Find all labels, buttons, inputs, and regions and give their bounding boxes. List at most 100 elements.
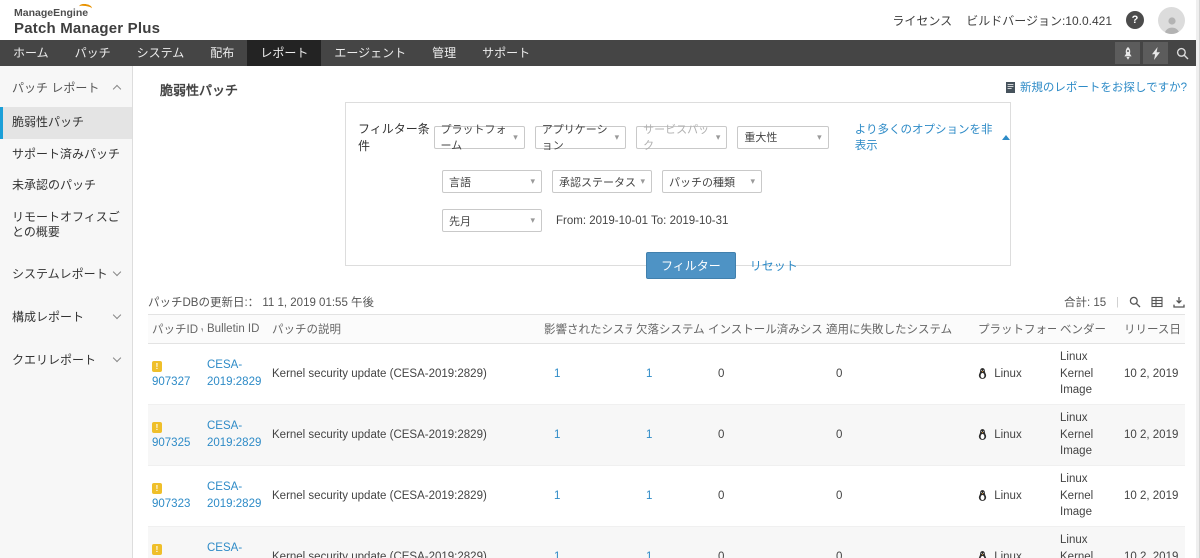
affected-count-link[interactable]: 1 xyxy=(554,490,560,502)
severity-dropdown[interactable]: 重大性 xyxy=(737,125,829,149)
more-options-link[interactable]: より多くのオプションを非表示 xyxy=(855,121,1010,153)
nav-deployment[interactable]: 配布 xyxy=(197,40,247,66)
patch-type-dropdown[interactable]: パッチの種類 xyxy=(662,170,762,193)
top-bar-right: ライセンス ビルドバージョン:10.0.421 ? xyxy=(892,6,1185,34)
manageengine-logo: ManageEngine Patch Manager Plus xyxy=(14,3,160,37)
bulletin-id-link[interactable]: CESA-2019:2829 xyxy=(207,481,261,510)
col-vendor[interactable]: ベンダー xyxy=(1056,314,1120,344)
service-pack-dropdown[interactable]: サービスパック xyxy=(636,124,728,152)
nav-agent[interactable]: エージェント xyxy=(321,40,419,66)
sidebar-item-supported-patches[interactable]: サポート済みパッチ xyxy=(0,139,132,171)
missing-count-link[interactable]: 1 xyxy=(646,368,652,380)
nav-systems[interactable]: システム xyxy=(124,40,198,66)
application-dropdown[interactable]: アプリケーション xyxy=(534,124,627,152)
nav-support[interactable]: サポート xyxy=(469,40,543,66)
severity-icon xyxy=(152,483,162,495)
missing-count-link[interactable]: 1 xyxy=(646,490,652,502)
affected-count-link[interactable]: 1 xyxy=(554,368,560,380)
affected-count-link[interactable]: 1 xyxy=(554,551,560,558)
table-header-row: パッチID Bulletin ID パッチの説明 影響されたシステム 欠落システ… xyxy=(148,314,1185,344)
installed-count: 0 xyxy=(718,367,725,380)
sidebar-item-vulnerability-patches[interactable]: 脆弱性パッチ xyxy=(0,107,132,139)
sidebar-item-unapproved-patches[interactable]: 未承認のパッチ xyxy=(0,170,132,202)
sidebar-group-config-reports[interactable]: 構成レポート xyxy=(0,298,132,335)
patch-table: パッチID Bulletin ID パッチの説明 影響されたシステム 欠落システ… xyxy=(148,314,1185,558)
platform-dropdown[interactable]: プラットフォーム xyxy=(433,124,525,152)
nav-admin[interactable]: 管理 xyxy=(419,40,469,66)
linux-penguin-icon xyxy=(978,428,987,440)
nav-home[interactable]: ホーム xyxy=(0,40,62,66)
filter-criteria-label: フィルター条件 xyxy=(358,122,430,153)
col-missing-systems[interactable]: 欠落システム xyxy=(632,314,704,344)
nav-reports[interactable]: レポート xyxy=(247,40,322,66)
col-description[interactable]: パッチの説明 xyxy=(268,314,540,344)
nav-icon-group xyxy=(1115,40,1199,66)
new-report-link[interactable]: 新規のレポートをお探しですか? xyxy=(1005,79,1187,95)
sidebar-group-label: クエリレポート xyxy=(12,352,97,367)
build-version-label: ビルドバージョン:10.0.421 xyxy=(966,13,1112,28)
missing-count-link[interactable]: 1 xyxy=(646,429,652,441)
col-release-date[interactable]: リリース日 xyxy=(1120,314,1185,344)
sidebar: パッチ レポート 脆弱性パッチ サポート済みパッチ 未承認のパッチ リモートオフ… xyxy=(0,66,133,558)
filter-row-2: 言語 承認ステータス パッチの種類 xyxy=(442,170,1010,193)
sidebar-item-remote-office-summary[interactable]: リモートオフィスごとの概要 xyxy=(0,202,132,249)
installed-count: 0 xyxy=(718,550,725,558)
scrollbar[interactable] xyxy=(1196,0,1199,558)
getting-started-rocket-icon[interactable] xyxy=(1115,42,1140,64)
release-date: 10 2, 2019 xyxy=(1124,489,1179,502)
bulletin-id-link[interactable]: CESA-2019:2829 xyxy=(207,420,261,449)
filter-button[interactable]: フィルター xyxy=(646,252,736,279)
patch-id-link[interactable]: 907323 xyxy=(152,498,190,510)
col-platform[interactable]: プラットフォーム xyxy=(974,314,1056,344)
bulletin-id-link[interactable]: CESA-2019:2829 xyxy=(207,542,261,558)
missing-count-link[interactable]: 1 xyxy=(646,551,652,558)
col-bulletin-id[interactable]: Bulletin ID xyxy=(203,314,268,344)
date-range-label: From: 2019-10-01 To: 2019-10-31 xyxy=(556,214,729,227)
column-chooser-icon[interactable] xyxy=(1151,296,1163,308)
sidebar-section-title: パッチ レポート xyxy=(12,81,100,95)
more-options-label: より多くのオプションを非表示 xyxy=(854,124,993,152)
global-search-icon[interactable] xyxy=(1171,42,1193,64)
nav-patch[interactable]: パッチ xyxy=(62,40,124,66)
sidebar-group-system-reports[interactable]: システムレポート xyxy=(0,255,132,292)
table-meta-row: パッチDBの更新日:： 11 1, 2019 01:55 午後 合計: 15 | xyxy=(148,294,1185,310)
failed-count: 0 xyxy=(836,489,843,502)
approval-status-dropdown[interactable]: 承認ステータス xyxy=(552,170,652,193)
user-avatar[interactable] xyxy=(1158,6,1185,34)
patch-id-link[interactable]: 907325 xyxy=(152,437,190,449)
filter-row-3: 先月 From: 2019-10-01 To: 2019-10-31 xyxy=(442,209,1010,232)
vendor-label: Linux Kernel Image xyxy=(1060,534,1094,558)
language-dropdown[interactable]: 言語 xyxy=(442,170,542,193)
new-report-label: 新規のレポートをお探しですか? xyxy=(1019,82,1187,94)
bulletin-id-link[interactable]: CESA-2019:2829 xyxy=(207,359,261,388)
quick-actions-flash-icon[interactable] xyxy=(1143,42,1168,64)
export-download-icon[interactable] xyxy=(1173,296,1185,308)
affected-count-link[interactable]: 1 xyxy=(554,429,560,441)
period-dropdown[interactable]: 先月 xyxy=(442,209,542,232)
help-icon[interactable]: ? xyxy=(1126,11,1144,29)
col-installed-systems[interactable]: インストール済みシステム xyxy=(704,314,822,344)
col-affected-systems[interactable]: 影響されたシステム xyxy=(540,314,632,344)
failed-count: 0 xyxy=(836,550,843,558)
sidebar-section-patch-reports[interactable]: パッチ レポート xyxy=(0,66,132,107)
col-patch-id[interactable]: パッチID xyxy=(148,314,203,344)
col-failed-systems[interactable]: 適用に失敗したシステム xyxy=(822,314,974,344)
table-search-icon[interactable] xyxy=(1129,296,1141,308)
sidebar-group-query-reports[interactable]: クエリレポート xyxy=(0,341,132,378)
release-date: 10 2, 2019 xyxy=(1124,550,1179,558)
platform-label: Linux xyxy=(994,489,1022,502)
license-link[interactable]: ライセンス xyxy=(892,12,952,29)
severity-icon xyxy=(152,361,162,373)
toolbar-divider: | xyxy=(1116,296,1119,308)
collapse-triangle-icon xyxy=(1001,134,1010,140)
reset-link[interactable]: リセット xyxy=(750,257,798,274)
table-row: 907327 CESA-2019:2829 Kernel security up… xyxy=(148,344,1185,405)
patch-id-link[interactable]: 907327 xyxy=(152,376,190,388)
severity-icon xyxy=(152,422,162,434)
logo-swoosh-icon xyxy=(78,3,93,12)
chevron-down-icon xyxy=(112,310,122,320)
release-date: 10 2, 2019 xyxy=(1124,428,1179,441)
chevron-down-icon xyxy=(112,353,122,363)
platform-label: Linux xyxy=(994,367,1022,380)
logo-product: Patch Manager Plus xyxy=(14,19,161,37)
